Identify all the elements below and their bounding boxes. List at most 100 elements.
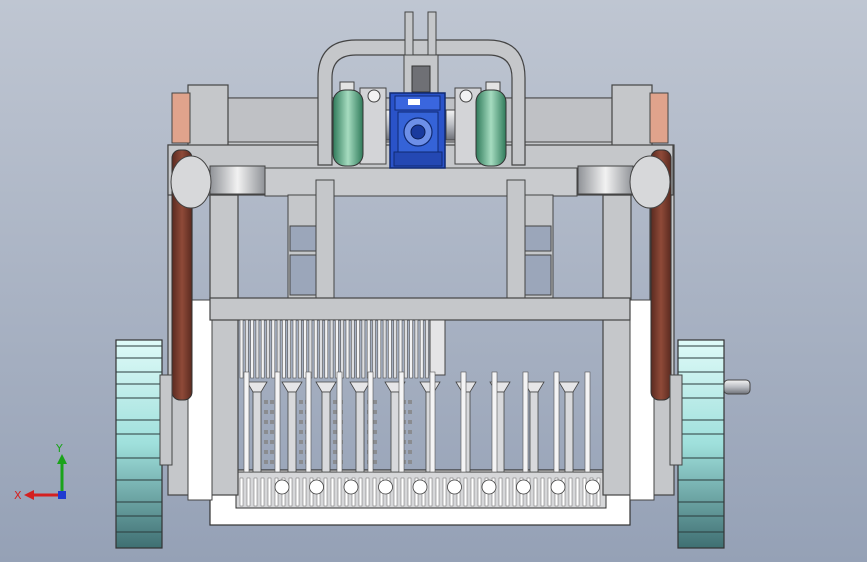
finger-hole xyxy=(270,460,274,464)
picker-finger[interactable] xyxy=(355,391,365,473)
slat xyxy=(250,319,254,379)
right-green-pulley[interactable] xyxy=(475,89,507,167)
center-cross-strip[interactable] xyxy=(264,167,578,197)
finger-hole xyxy=(333,420,337,424)
slat xyxy=(255,319,260,379)
lower-cross-beam[interactable] xyxy=(209,297,631,321)
finger-hole xyxy=(264,420,268,424)
comb-tooth xyxy=(428,477,433,507)
comb-tooth xyxy=(582,477,587,507)
slat xyxy=(419,319,424,379)
right-wheel[interactable] xyxy=(669,339,751,549)
comb-tooth xyxy=(470,477,475,507)
right-cylinder[interactable] xyxy=(577,165,634,195)
slat xyxy=(276,319,281,379)
finger-hole xyxy=(373,440,377,444)
comb-roller xyxy=(481,479,497,495)
slat xyxy=(303,319,307,379)
comb-tooth xyxy=(547,477,552,507)
finger-hole xyxy=(270,420,274,424)
finger-hole xyxy=(373,420,377,424)
finger-hole xyxy=(264,460,268,464)
comb-roller xyxy=(516,479,531,495)
slat xyxy=(313,319,318,379)
gear-motor-plate xyxy=(408,99,420,105)
right-top-copper-plate[interactable] xyxy=(649,92,669,144)
x-axis-head xyxy=(24,490,34,500)
center-right-column[interactable] xyxy=(506,179,526,306)
cad-viewport[interactable]: Y X xyxy=(0,0,867,562)
left-window-lower xyxy=(289,254,317,296)
right-axle-stub[interactable] xyxy=(723,379,751,395)
finger-hole xyxy=(299,410,303,414)
left-green-pulley[interactable] xyxy=(332,89,364,167)
comb-tooth xyxy=(477,477,482,507)
finger-hole xyxy=(333,440,337,444)
slat xyxy=(239,319,244,379)
comb-tooth xyxy=(260,477,265,507)
slat xyxy=(377,319,382,379)
finger-hole xyxy=(408,410,412,414)
picker-finger[interactable] xyxy=(390,391,400,473)
left-top-copper-plate[interactable] xyxy=(171,92,191,144)
picker-finger[interactable] xyxy=(321,391,331,473)
slat xyxy=(350,319,355,379)
right-wheel-tire[interactable] xyxy=(677,339,725,549)
right-inner-post[interactable] xyxy=(602,194,632,496)
picker-finger[interactable] xyxy=(252,391,262,473)
right-belt-pulley[interactable] xyxy=(629,155,671,209)
finger-hole xyxy=(299,400,303,404)
left-wheel[interactable] xyxy=(115,339,173,549)
finger-hole xyxy=(373,450,377,454)
left-inner-post[interactable] xyxy=(209,194,239,496)
left-top-bracket[interactable] xyxy=(187,84,229,148)
right-top-bracket[interactable] xyxy=(611,84,653,148)
slat xyxy=(393,319,398,379)
finger-rod xyxy=(398,371,405,473)
hitch-block[interactable] xyxy=(411,65,431,93)
comb-tooth xyxy=(288,477,293,507)
harvester-assembly-model[interactable] xyxy=(0,0,867,562)
finger-hole xyxy=(270,450,274,454)
finger-hole xyxy=(270,410,274,414)
comb-tooth xyxy=(400,477,405,507)
slat xyxy=(266,319,270,379)
left-belt-pulley[interactable] xyxy=(170,155,212,209)
slat xyxy=(356,319,360,379)
slat xyxy=(308,319,313,379)
comb-tooth xyxy=(267,477,272,507)
slat xyxy=(287,319,292,379)
finger-head xyxy=(281,381,303,393)
finger-hole xyxy=(333,460,337,464)
finger-hole xyxy=(264,440,268,444)
finger-rod xyxy=(336,371,343,473)
comb-tooth xyxy=(372,477,377,507)
comb-tooth xyxy=(568,477,573,507)
picker-finger-array[interactable] xyxy=(243,371,591,473)
comb-roller xyxy=(550,479,566,495)
comb-tooth xyxy=(239,477,244,507)
right-lower-block[interactable] xyxy=(629,299,655,501)
comb-roller xyxy=(378,479,393,495)
finger-rod xyxy=(243,371,250,473)
comb-roller xyxy=(343,479,359,495)
left-wheel-tire[interactable] xyxy=(115,339,163,549)
finger-head xyxy=(349,381,371,393)
left-wheel-hub xyxy=(159,374,173,466)
left-cylinder[interactable] xyxy=(209,165,266,195)
finger-hole xyxy=(264,410,268,414)
gear-motor-base xyxy=(393,151,443,167)
slat xyxy=(398,319,403,379)
comb-tooth xyxy=(407,477,412,507)
picker-finger[interactable] xyxy=(529,391,539,473)
center-left-column[interactable] xyxy=(315,179,335,306)
finger-hole xyxy=(373,430,377,434)
slat xyxy=(260,319,265,379)
right-wheel-hub xyxy=(669,374,683,466)
finger-rod xyxy=(367,371,374,473)
finger-head xyxy=(246,381,268,393)
picker-finger[interactable] xyxy=(287,391,297,473)
slat-end-plate[interactable] xyxy=(429,319,446,376)
picker-finger[interactable] xyxy=(564,391,574,473)
comb-tooth xyxy=(498,477,503,507)
